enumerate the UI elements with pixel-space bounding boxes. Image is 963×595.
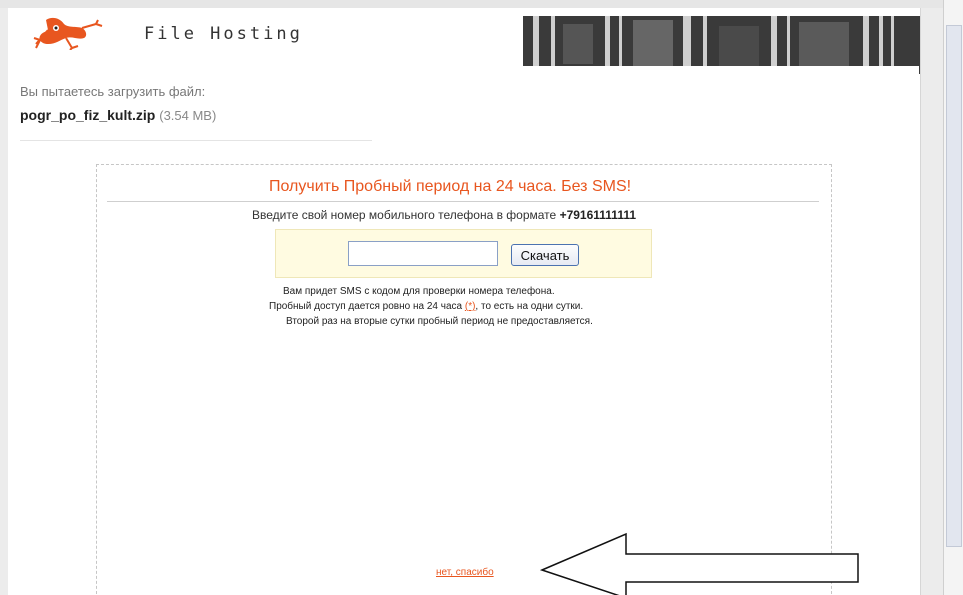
instruction-text: Введите свой номер мобильного телефона в… — [252, 208, 557, 222]
upload-hint: Вы пытаетесь загрузить файл: — [20, 84, 206, 99]
no-thanks-link[interactable]: нет, спасибо — [436, 567, 494, 578]
offer-divider — [107, 201, 819, 202]
page-frame-left — [0, 8, 8, 595]
file-name: pogr_po_fiz_kult.zip — [20, 107, 156, 123]
phone-format-example: +79161111111 — [559, 208, 637, 222]
offer-title: Получить Пробный период на 24 часа. Без … — [269, 178, 632, 195]
sms-note: Вам придет SMS с кодом для проверки номе… — [283, 286, 555, 297]
gecko-logo-icon[interactable] — [26, 14, 106, 50]
file-info: pogr_po_fiz_kult.zip (3.54 MB) — [20, 107, 216, 123]
left-arrow-outline-icon — [539, 532, 859, 595]
trial-duration-text-end: , то есть на одни сутки. — [475, 301, 584, 312]
trial-duration-text: Пробный доступ дается ровно на 24 часа — [269, 301, 463, 312]
download-button[interactable]: Скачать — [511, 244, 579, 266]
footnote-link[interactable]: (*) — [465, 301, 476, 312]
scrollbar-thumb[interactable] — [946, 25, 962, 547]
file-divider — [20, 140, 372, 141]
site-name: File Hosting — [144, 24, 303, 44]
file-size: (3.54 MB) — [159, 108, 217, 123]
trial-duration-note: Пробный доступ дается ровно на 24 часа (… — [269, 301, 583, 312]
phone-number-input[interactable] — [348, 241, 498, 266]
phone-instruction: Введите свой номер мобильного телефона в… — [252, 208, 636, 222]
page-frame-right — [920, 8, 944, 595]
repeat-trial-note: Второй раз на вторые сутки пробный перио… — [286, 316, 593, 327]
site-header: File Hosting — [8, 8, 927, 74]
browser-viewport: File Hosting Вы пытаетесь загрузить файл… — [0, 0, 963, 595]
browser-top-strip — [0, 0, 963, 8]
